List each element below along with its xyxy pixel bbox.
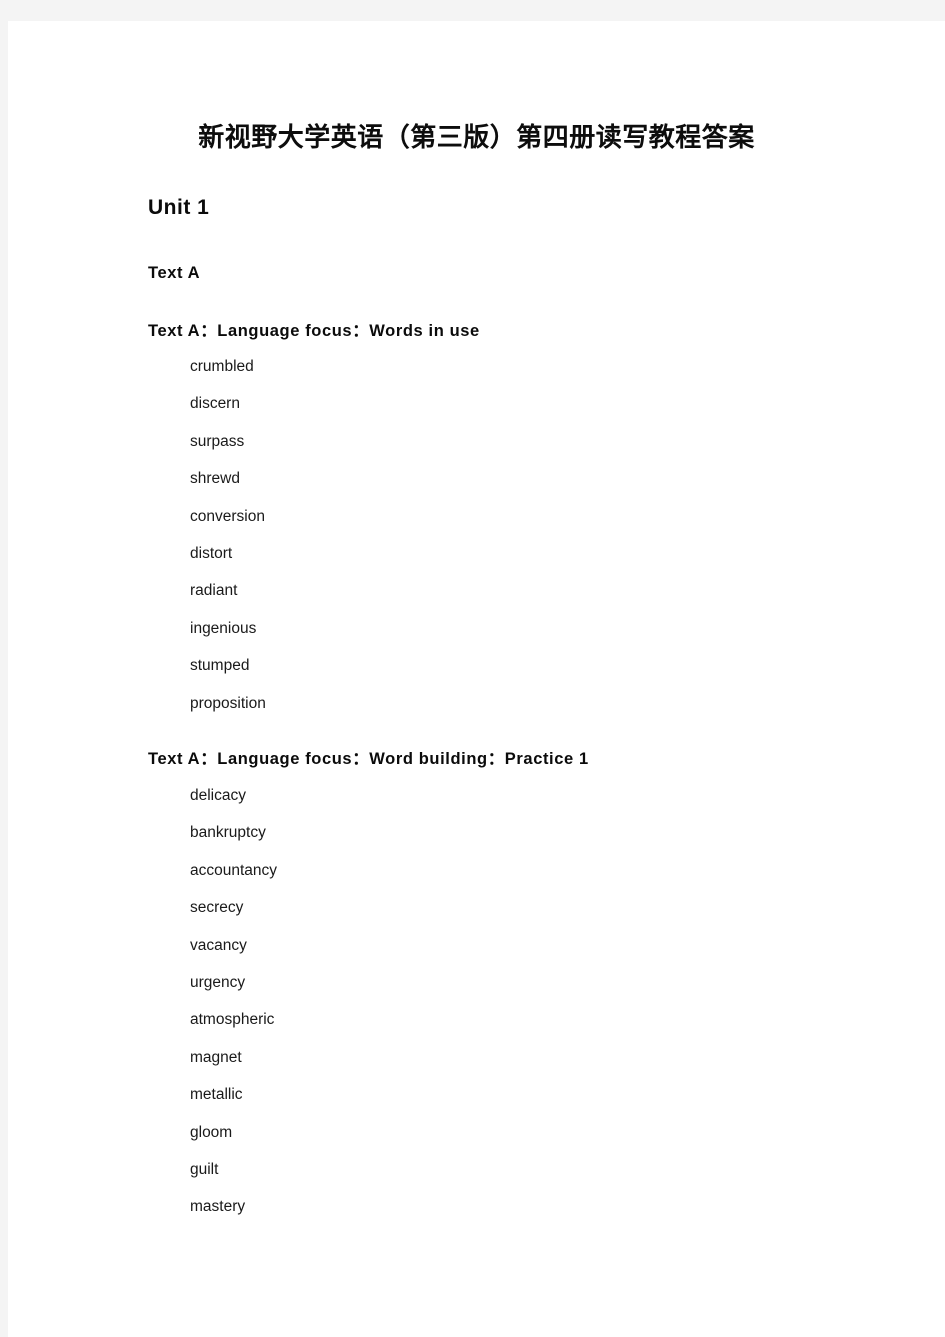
list-item: delicacy	[190, 787, 246, 804]
list-item: urgency	[190, 973, 246, 991]
text-a-heading: Text A	[148, 264, 201, 282]
answer-list-words-in-use: crumbled discern surpass shrewd conversi…	[190, 357, 266, 731]
list-item: surpass	[190, 432, 245, 450]
list-item: mastery	[190, 1198, 246, 1216]
list-item: metallic	[190, 1086, 243, 1104]
list-item: atmospheric	[190, 1011, 275, 1029]
list-item: secrecy	[190, 899, 244, 917]
list-item: accountancy	[190, 861, 278, 879]
unit-heading: Unit 1	[148, 196, 210, 219]
list-item: bankruptcy	[190, 824, 266, 842]
section-heading-words-in-use: Text A：Language focus：Words in use	[148, 322, 480, 340]
list-item: shrewd	[190, 470, 240, 488]
answer-list-word-building: delicacy bankruptcy accountancy secrecy …	[190, 786, 277, 1235]
list-item: gloom	[190, 1123, 233, 1141]
document-page: 新视野大学英语（第三版）第四册读写教程答案 Unit 1 Text A Text…	[8, 21, 945, 1337]
list-item: distort	[190, 544, 233, 562]
list-item: guilt	[190, 1160, 219, 1178]
page-title: 新视野大学英语（第三版）第四册读写教程答案	[198, 123, 755, 152]
section-heading-word-building: Text A：Language focus：Word building：Prac…	[148, 750, 589, 768]
list-item: vacancy	[190, 936, 247, 954]
list-item: conversion	[190, 507, 265, 525]
list-item: magnet	[190, 1048, 242, 1066]
list-item: stumped	[190, 657, 250, 675]
list-item: crumbled	[190, 358, 254, 375]
list-item: ingenious	[190, 619, 257, 637]
list-item: discern	[190, 395, 240, 413]
list-item: proposition	[190, 694, 266, 712]
list-item: radiant	[190, 582, 238, 600]
